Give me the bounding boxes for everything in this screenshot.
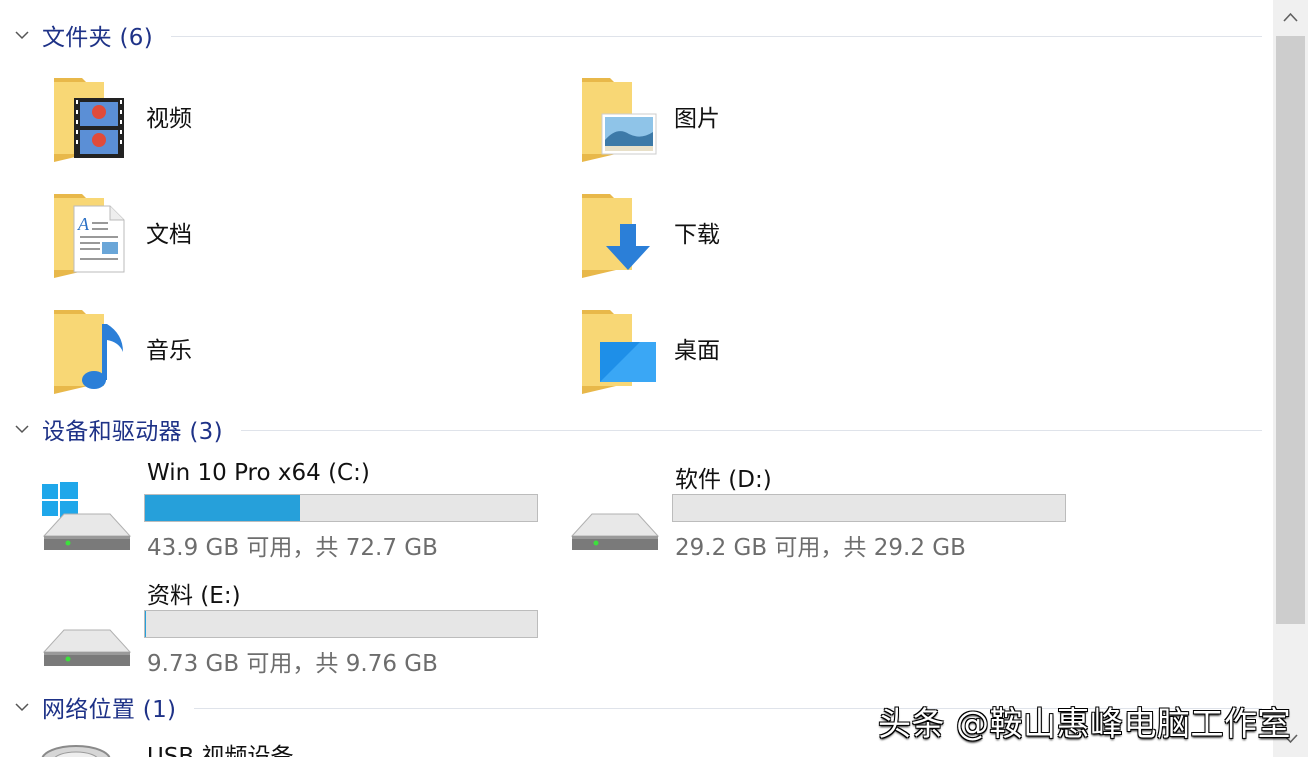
network-item-label: USB 视频设备 bbox=[147, 744, 294, 757]
group-title: 设备和驱动器 (3) bbox=[42, 419, 223, 445]
drive-usage-bar bbox=[144, 610, 538, 638]
folder-label: 文档 bbox=[146, 222, 192, 248]
group-header-devices[interactable]: 设备和驱动器 (3) bbox=[0, 414, 1262, 445]
group-divider bbox=[240, 430, 1262, 431]
folder-label: 视频 bbox=[146, 106, 192, 132]
drive-name: 软件 (D:) bbox=[675, 467, 772, 493]
svg-text:A: A bbox=[77, 214, 90, 234]
group-divider bbox=[171, 36, 1262, 37]
group-title: 网络位置 (1) bbox=[42, 697, 177, 723]
folder-tile-videos[interactable]: 视频 bbox=[0, 66, 192, 166]
folder-label: 桌面 bbox=[674, 338, 720, 364]
folder-label: 音乐 bbox=[146, 338, 192, 364]
watermark-text: 头条 @鞍山惠峰电脑工作室 bbox=[878, 704, 1291, 743]
chevron-down-icon[interactable] bbox=[14, 699, 30, 715]
hard-drive-icon bbox=[568, 482, 660, 552]
group-header-folders[interactable]: 文件夹 (6) bbox=[0, 20, 1262, 51]
drive-free-space: 43.9 GB 可用，共 72.7 GB bbox=[147, 535, 438, 561]
network-item-usb-camera[interactable]: USB 视频设备 bbox=[0, 736, 520, 757]
folder-label: 图片 bbox=[674, 106, 720, 132]
music-folder-icon bbox=[48, 302, 130, 394]
drive-free-space: 9.73 GB 可用，共 9.76 GB bbox=[147, 651, 438, 677]
folder-label: 下载 bbox=[674, 222, 720, 248]
drive-usage-fill bbox=[145, 611, 147, 637]
documents-folder-icon: A bbox=[48, 186, 130, 278]
drive-name: 资料 (E:) bbox=[147, 583, 241, 609]
scrollbar-thumb[interactable] bbox=[1276, 36, 1305, 624]
chevron-down-icon[interactable] bbox=[14, 27, 30, 43]
desktop-folder-icon bbox=[576, 302, 658, 394]
webcam-icon bbox=[41, 745, 111, 757]
folder-tile-pictures[interactable]: 图片 bbox=[528, 66, 720, 166]
vertical-scrollbar[interactable] bbox=[1273, 0, 1308, 757]
drive-tile-e[interactable]: 资料 (E:) 9.73 GB 可用，共 9.76 GB bbox=[0, 576, 538, 686]
scroll-up-arrow-icon[interactable] bbox=[1273, 0, 1308, 36]
explorer-content: 文件夹 (6) 视频 图片 A 文档 下载 音乐 桌面 设备和驱动器 (3) W… bbox=[0, 0, 1272, 757]
folder-tile-downloads[interactable]: 下载 bbox=[528, 182, 720, 282]
drive-usage-bar bbox=[672, 494, 1066, 522]
group-title: 文件夹 (6) bbox=[42, 25, 153, 51]
folder-tile-documents[interactable]: A 文档 bbox=[0, 182, 192, 282]
drive-tile-d[interactable]: 软件 (D:) 29.2 GB 可用，共 29.2 GB bbox=[528, 460, 1066, 570]
pictures-folder-icon bbox=[576, 70, 658, 162]
folder-tile-music[interactable]: 音乐 bbox=[0, 298, 192, 398]
hard-drive-icon bbox=[40, 598, 132, 668]
video-folder-icon bbox=[48, 70, 130, 162]
drive-tile-c[interactable]: Win 10 Pro x64 (C:) 43.9 GB 可用，共 72.7 GB bbox=[0, 460, 538, 570]
drive-usage-bar bbox=[144, 494, 538, 522]
windows-drive-icon bbox=[40, 482, 132, 552]
downloads-folder-icon bbox=[576, 186, 658, 278]
drive-name: Win 10 Pro x64 (C:) bbox=[147, 460, 370, 486]
drive-free-space: 29.2 GB 可用，共 29.2 GB bbox=[675, 535, 966, 561]
folder-tile-desktop[interactable]: 桌面 bbox=[528, 298, 720, 398]
drive-usage-fill bbox=[145, 495, 301, 521]
chevron-down-icon[interactable] bbox=[14, 421, 30, 437]
